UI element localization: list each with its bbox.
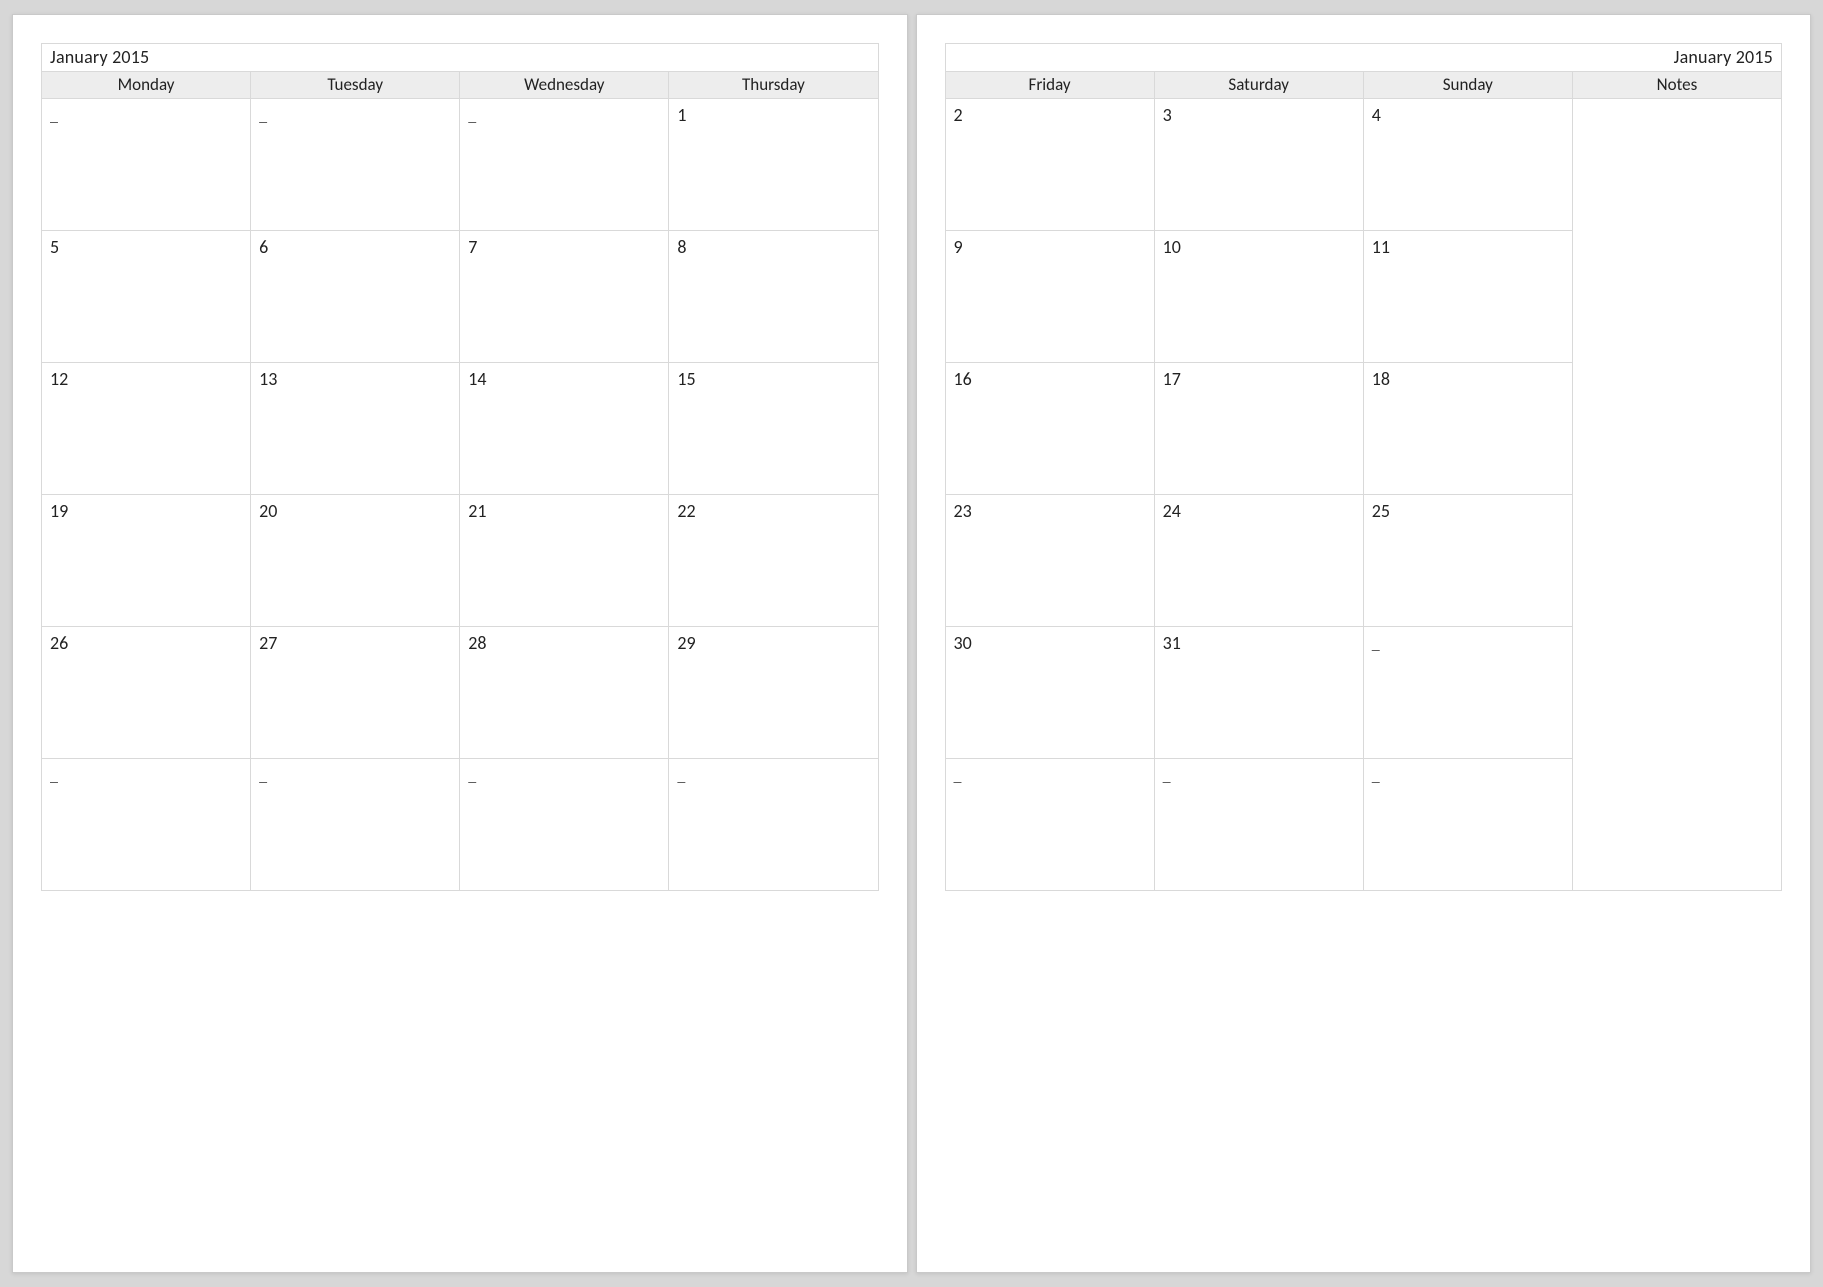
day-cell[interactable]: 8 (669, 231, 878, 363)
col-header-thursday: Thursday (669, 72, 878, 99)
day-cell[interactable]: 10 (1154, 231, 1363, 363)
col-header-tuesday: Tuesday (251, 72, 460, 99)
day-cell[interactable]: 19 (42, 495, 251, 627)
day-cell[interactable]: _ (460, 99, 669, 231)
day-cell[interactable]: 5 (42, 231, 251, 363)
day-cell[interactable]: 24 (1154, 495, 1363, 627)
day-cell[interactable]: 29 (669, 627, 878, 759)
day-cell[interactable]: _ (251, 759, 460, 891)
day-cell[interactable]: 9 (945, 231, 1154, 363)
notes-cell[interactable] (1572, 99, 1781, 891)
day-cell[interactable]: 17 (1154, 363, 1363, 495)
day-cell[interactable]: _ (1363, 627, 1572, 759)
day-cell[interactable]: 13 (251, 363, 460, 495)
day-cell[interactable]: 22 (669, 495, 878, 627)
day-cell[interactable]: 14 (460, 363, 669, 495)
day-cell[interactable]: _ (42, 99, 251, 231)
day-cell[interactable]: 28 (460, 627, 669, 759)
day-cell[interactable]: 6 (251, 231, 460, 363)
day-cell[interactable]: 27 (251, 627, 460, 759)
day-cell[interactable]: _ (460, 759, 669, 891)
calendar-table-left: January 2015 Monday Tuesday Wednesday Th… (41, 43, 879, 891)
month-title-right: January 2015 (945, 44, 1782, 72)
col-header-saturday: Saturday (1154, 72, 1363, 99)
day-cell[interactable]: _ (669, 759, 878, 891)
page-left: January 2015 Monday Tuesday Wednesday Th… (12, 14, 908, 1273)
day-cell[interactable]: 1 (669, 99, 878, 231)
document-canvas: January 2015 Monday Tuesday Wednesday Th… (0, 0, 1823, 1287)
day-cell[interactable]: 20 (251, 495, 460, 627)
day-cell[interactable]: 30 (945, 627, 1154, 759)
day-cell[interactable]: _ (1154, 759, 1363, 891)
calendar-table-right: January 2015 Friday Saturday Sunday Note… (945, 43, 1783, 891)
day-cell[interactable]: 3 (1154, 99, 1363, 231)
day-cell[interactable]: _ (42, 759, 251, 891)
day-cell[interactable]: 23 (945, 495, 1154, 627)
col-header-notes: Notes (1572, 72, 1781, 99)
day-cell[interactable]: 7 (460, 231, 669, 363)
col-header-wednesday: Wednesday (460, 72, 669, 99)
day-cell[interactable]: 18 (1363, 363, 1572, 495)
day-cell[interactable]: 15 (669, 363, 878, 495)
day-cell[interactable]: 31 (1154, 627, 1363, 759)
col-header-monday: Monday (42, 72, 251, 99)
day-cell[interactable]: 11 (1363, 231, 1572, 363)
day-cell[interactable]: _ (1363, 759, 1572, 891)
day-cell[interactable]: 25 (1363, 495, 1572, 627)
month-title-left: January 2015 (42, 44, 879, 72)
day-cell[interactable]: 2 (945, 99, 1154, 231)
page-right: January 2015 Friday Saturday Sunday Note… (916, 14, 1812, 1273)
day-cell[interactable]: 4 (1363, 99, 1572, 231)
day-cell[interactable]: 26 (42, 627, 251, 759)
page-spread: January 2015 Monday Tuesday Wednesday Th… (12, 14, 1811, 1273)
day-cell[interactable]: 21 (460, 495, 669, 627)
day-cell[interactable]: 16 (945, 363, 1154, 495)
col-header-sunday: Sunday (1363, 72, 1572, 99)
day-cell[interactable]: 12 (42, 363, 251, 495)
col-header-friday: Friday (945, 72, 1154, 99)
day-cell[interactable]: _ (251, 99, 460, 231)
day-cell[interactable]: _ (945, 759, 1154, 891)
